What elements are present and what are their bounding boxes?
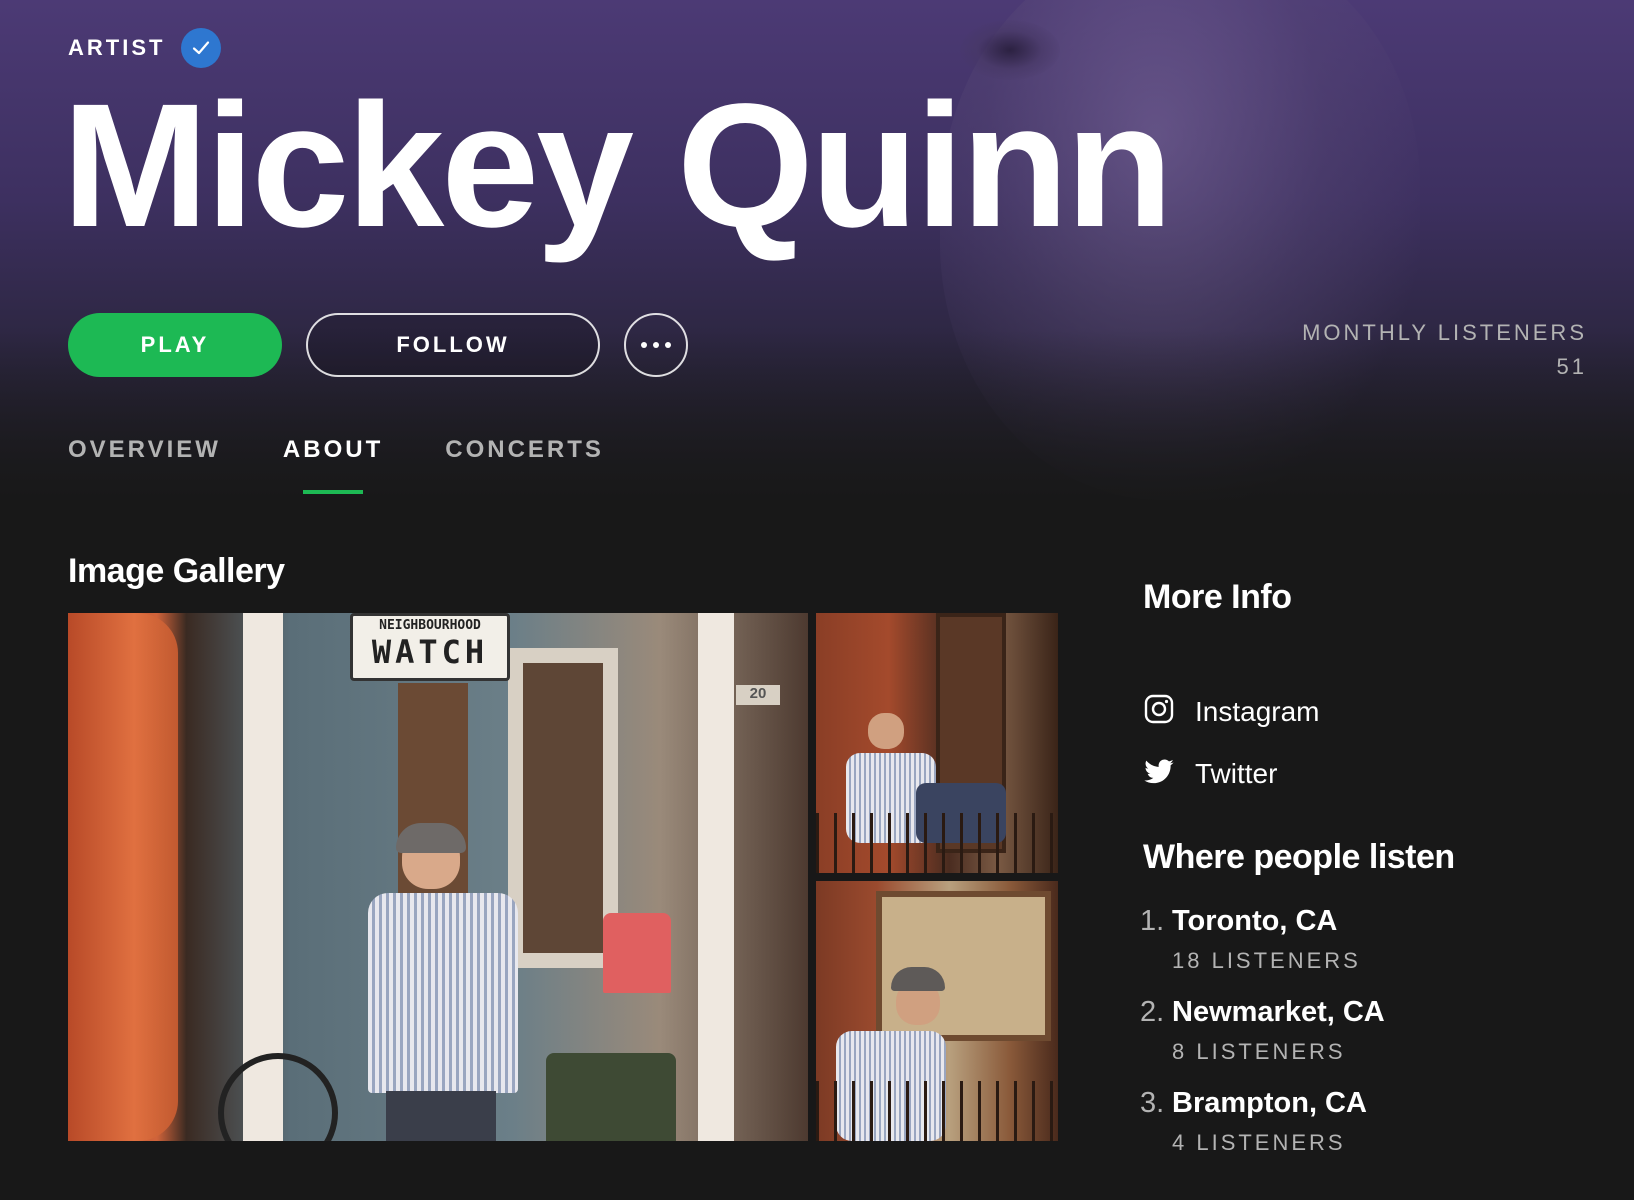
artist-name: Mickey Quinn <box>62 68 1173 264</box>
twitter-link[interactable]: Twitter <box>1143 756 1320 792</box>
instagram-link[interactable]: Instagram <box>1143 694 1320 730</box>
twitter-label: Twitter <box>1195 758 1278 789</box>
gallery-photo-top-right[interactable] <box>816 613 1058 873</box>
neighbourhood-watch-sign: NEIGHBOURHOOD WATCH <box>350 613 510 681</box>
city-name: Newmarket, CA <box>1172 996 1385 1028</box>
follow-button[interactable]: FOLLOW <box>306 313 600 377</box>
person-head <box>868 713 904 749</box>
city-listeners: 18 LISTENERS <box>1172 948 1361 973</box>
verified-check-icon <box>181 28 222 68</box>
tab-about[interactable]: ABOUT <box>283 436 383 478</box>
house-number: 20 <box>736 685 780 705</box>
person-beanie <box>396 823 466 853</box>
gallery-photo-bottom-right[interactable] <box>816 881 1058 1141</box>
list-item: 1. Toronto, CA 18 LISTENERS <box>1140 905 1385 974</box>
city-listeners: 8 LISTENERS <box>1172 1039 1346 1064</box>
bicycle-wheel <box>218 1053 338 1141</box>
artist-tabs: OVERVIEW ABOUT CONCERTS <box>68 436 604 478</box>
more-horizontal-icon <box>641 342 671 348</box>
social-links: Instagram Twitter <box>1143 694 1320 818</box>
person-jeans <box>386 1091 496 1141</box>
city-rank: 3. <box>1140 1087 1165 1119</box>
monthly-listeners-value: 51 <box>1556 354 1587 379</box>
more-options-button[interactable] <box>624 313 688 377</box>
city-list: 1. Toronto, CA 18 LISTENERS 2. Newmarket… <box>1140 905 1385 1178</box>
porch-column <box>698 613 734 1141</box>
city-listeners: 4 LISTENERS <box>1172 1130 1346 1155</box>
artist-type-label: ARTIST <box>68 28 222 68</box>
person-beanie <box>891 967 945 991</box>
city-name: Brampton, CA <box>1172 1087 1367 1119</box>
railing <box>816 1081 1058 1141</box>
instagram-icon <box>1143 693 1175 732</box>
image-gallery: NEIGHBOURHOOD WATCH 20 <box>68 613 1058 1141</box>
sign-text: WATCH <box>371 633 489 671</box>
gallery-photo-main[interactable]: NEIGHBOURHOOD WATCH 20 <box>68 613 808 1141</box>
more-info-title: More Info <box>1143 578 1292 616</box>
artist-type-text: ARTIST <box>68 35 166 60</box>
tab-concerts[interactable]: CONCERTS <box>445 436 604 478</box>
green-bin <box>546 1053 676 1141</box>
city-rank: 2. <box>1140 996 1165 1028</box>
person-shirt <box>368 893 518 1093</box>
image-gallery-title: Image Gallery <box>68 552 285 590</box>
red-chair <box>603 913 671 993</box>
city-rank: 1. <box>1140 905 1165 937</box>
city-name: Toronto, CA <box>1172 905 1338 937</box>
where-people-listen-title: Where people listen <box>1143 838 1455 876</box>
railing <box>816 813 1058 873</box>
monthly-listeners-label: MONTHLY LISTENERS <box>1302 320 1587 345</box>
sign-subtext: NEIGHBOURHOOD <box>379 618 481 633</box>
instagram-label: Instagram <box>1195 696 1320 727</box>
orange-kayak <box>68 613 178 1141</box>
twitter-icon <box>1143 755 1175 794</box>
monthly-listeners: MONTHLY LISTENERS 51 <box>1302 316 1587 384</box>
list-item: 2. Newmarket, CA 8 LISTENERS <box>1140 996 1385 1065</box>
list-item: 3. Brampton, CA 4 LISTENERS <box>1140 1087 1385 1156</box>
play-button[interactable]: PLAY <box>68 313 282 377</box>
tab-overview[interactable]: OVERVIEW <box>68 436 221 478</box>
window-pane <box>523 663 603 953</box>
